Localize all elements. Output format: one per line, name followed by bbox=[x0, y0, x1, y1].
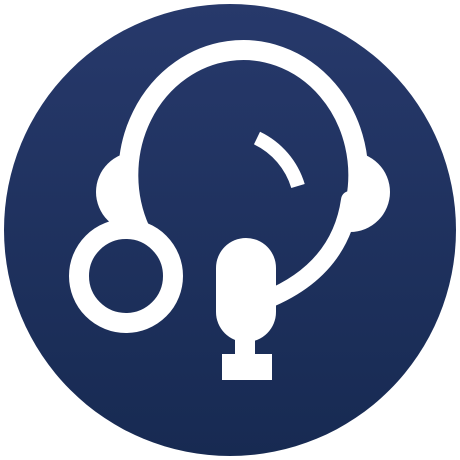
headset-microphone-icon bbox=[4, 4, 456, 456]
mic-capsule bbox=[216, 238, 276, 342]
badge-background bbox=[4, 4, 456, 456]
mic-base bbox=[222, 354, 272, 380]
headset-app-icon bbox=[0, 0, 460, 460]
